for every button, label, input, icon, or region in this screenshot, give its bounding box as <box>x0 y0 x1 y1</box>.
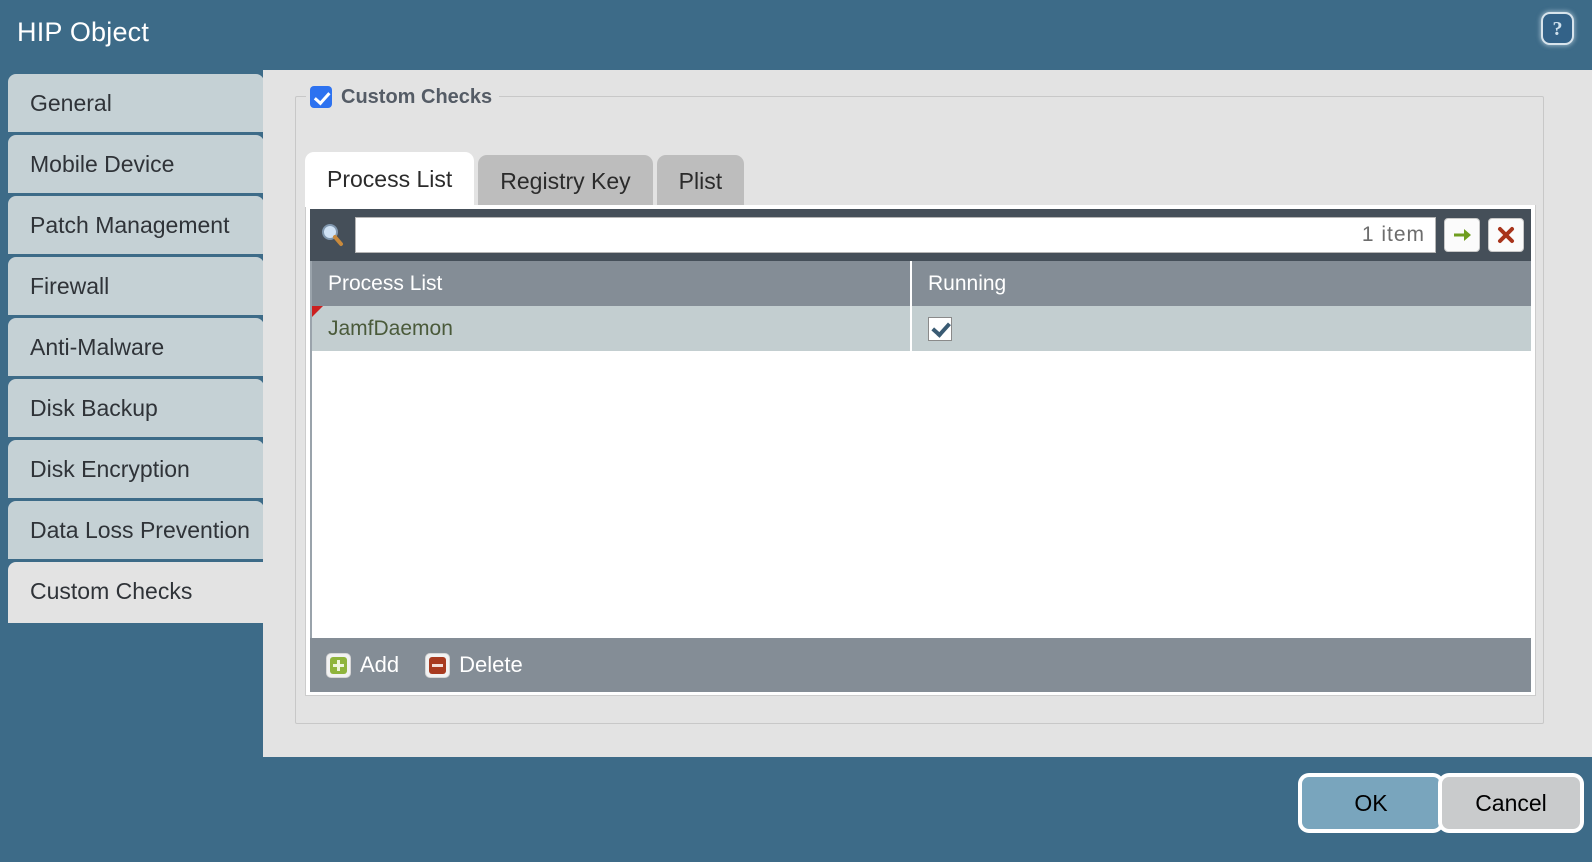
add-button-label: Add <box>360 652 400 677</box>
dialog-titlebar: HIP Object ? <box>0 0 1592 70</box>
sidebar-item-patch-management[interactable]: Patch Management <box>8 196 264 257</box>
process-list-table: Process List Running JamfDaemon <box>310 261 1531 638</box>
page-title: HIP Object <box>17 17 150 47</box>
tab-process-list[interactable]: Process List <box>305 152 475 207</box>
content-panel: Custom Checks Process List Registry Key … <box>263 70 1592 757</box>
sidebar-item-label: Custom Checks <box>30 577 193 604</box>
minus-icon <box>425 652 451 678</box>
sidebar-item-label: General <box>30 89 112 116</box>
tab-label: Process List <box>327 166 453 192</box>
sidebar-item-general[interactable]: General <box>8 74 264 135</box>
sidebar-item-data-loss-prevention[interactable]: Data Loss Prevention <box>8 501 264 562</box>
tab-strip: Process List Registry Key Plist <box>305 152 745 207</box>
sidebar-item-label: Patch Management <box>30 211 230 238</box>
sidebar-item-custom-checks[interactable]: Custom Checks <box>8 562 272 623</box>
delete-button-label: Delete <box>459 652 523 677</box>
cell-process-name[interactable]: JamfDaemon <box>312 306 912 351</box>
delete-button[interactable]: Delete <box>425 652 523 678</box>
table-header-row: Process List Running <box>312 261 1531 306</box>
custom-checks-fieldset: Custom Checks Process List Registry Key … <box>295 83 1544 724</box>
sidebar-item-label: Anti-Malware <box>30 333 165 360</box>
help-circle-icon[interactable]: ? <box>1543 14 1572 43</box>
cell-running <box>912 306 1531 351</box>
help-icon-glyph: ? <box>1552 17 1563 40</box>
clear-filter-button[interactable] <box>1488 218 1524 252</box>
table-action-bar: Add Delete <box>310 638 1531 692</box>
apply-filter-button[interactable] <box>1444 218 1480 252</box>
running-checkbox[interactable] <box>928 316 952 341</box>
sidebar-item-label: Disk Backup <box>30 394 158 421</box>
custom-checks-checkbox[interactable] <box>310 86 332 108</box>
tab-registry-key[interactable]: Registry Key <box>478 155 653 207</box>
tab-label: Registry Key <box>500 167 631 194</box>
column-header-running[interactable]: Running <box>912 261 1531 306</box>
sidebar-item-disk-encryption[interactable]: Disk Encryption <box>8 440 264 501</box>
close-x-icon <box>1498 227 1514 243</box>
table-row[interactable]: JamfDaemon <box>312 306 1531 351</box>
modified-flag-icon <box>312 306 323 317</box>
sidebar-item-mobile-device[interactable]: Mobile Device <box>8 135 264 196</box>
sidebar-item-label: Disk Encryption <box>30 455 190 482</box>
magnifier-icon[interactable] <box>317 220 347 250</box>
sidebar-item-firewall[interactable]: Firewall <box>8 257 264 318</box>
item-count-label: 1 item <box>1361 223 1425 246</box>
column-header-process-list[interactable]: Process List <box>312 261 912 306</box>
custom-checks-label: Custom Checks <box>341 85 493 108</box>
sidebar-item-disk-backup[interactable]: Disk Backup <box>8 379 264 440</box>
tab-plist[interactable]: Plist <box>656 155 745 207</box>
sidebar-item-label: Firewall <box>30 272 110 299</box>
hip-object-dialog: HIP Object ? General Mobile Device Patch… <box>0 0 1592 862</box>
search-toolbar: 1 item <box>310 209 1531 261</box>
custom-checks-legend: Custom Checks <box>306 83 500 111</box>
tab-label: Plist <box>678 167 723 194</box>
plus-icon <box>326 652 351 678</box>
search-input[interactable]: 1 item <box>355 217 1436 253</box>
arrow-right-icon <box>1454 229 1471 241</box>
ok-button[interactable]: OK <box>1302 777 1440 829</box>
process-list-tabpanel: 1 item Process List Running JamfDaemon A… <box>305 205 1536 696</box>
cancel-button[interactable]: Cancel <box>1442 777 1580 829</box>
sidebar-item-label: Mobile Device <box>30 150 175 177</box>
sidebar-item-anti-malware[interactable]: Anti-Malware <box>8 318 264 379</box>
add-button[interactable]: Add <box>326 652 399 678</box>
sidebar-item-label: Data Loss Prevention <box>30 516 250 543</box>
sidebar: General Mobile Device Patch Management F… <box>8 74 272 623</box>
